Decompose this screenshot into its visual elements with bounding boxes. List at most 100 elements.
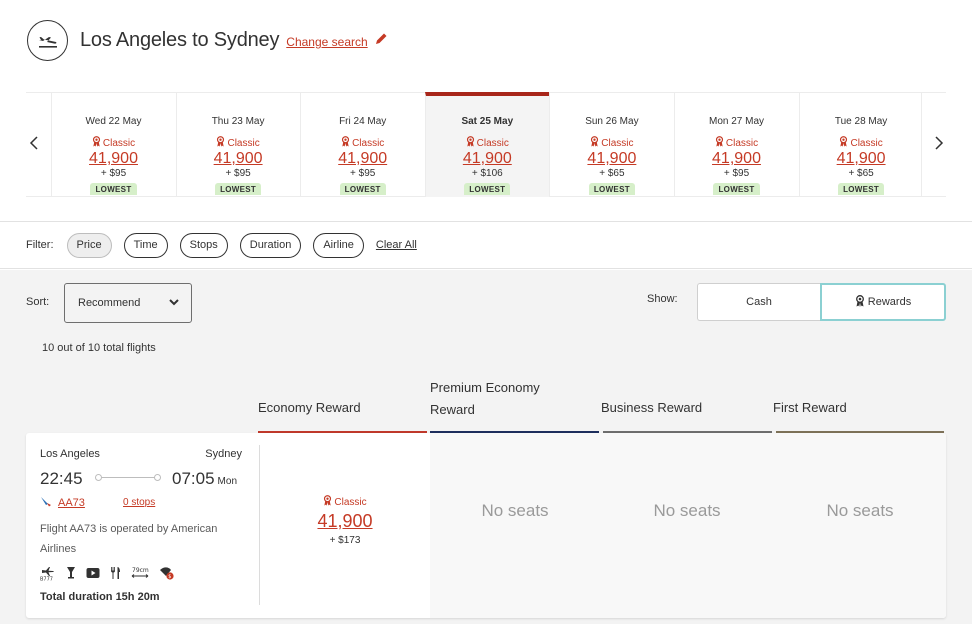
chevron-left-icon[interactable] <box>24 131 44 155</box>
fare-type-label: Classic <box>601 137 634 149</box>
results-area: Sort: Recommend 10 out of 10 total fligh… <box>0 270 972 624</box>
points-price: 41,900 <box>213 150 263 167</box>
flight-card: Los Angeles Sydney 22:45 07:05 Mon AA73 0… <box>26 433 946 618</box>
premium-economy-no-seats: No seats <box>481 501 549 520</box>
date-option[interactable]: Thu 23 May Classic 41,900 + $95 LOWEST <box>175 93 300 197</box>
points-price: 41,900 <box>89 150 138 167</box>
fare-type-label: Classic <box>352 137 385 149</box>
award-ribbon-icon <box>216 136 225 150</box>
points-price: 41,900 <box>587 150 637 167</box>
entertainment-icon[interactable] <box>86 567 100 579</box>
svg-text:$: $ <box>168 574 171 580</box>
filter-chip-time[interactable]: Time <box>123 232 168 258</box>
fare-type-label: Classic <box>725 137 759 149</box>
sort-selected-value: Recommend <box>78 297 141 309</box>
fare-type: Classic <box>426 136 549 150</box>
cabin-header-economy: Economy Reward <box>258 400 361 415</box>
total-duration: Total duration 15h 20m <box>40 591 160 603</box>
economy-fare-cell[interactable]: Classic 41,900 + $173 <box>260 433 430 618</box>
fare-type-label: Classic <box>334 496 367 508</box>
lowest-badge: LOWEST <box>339 183 386 195</box>
fare-type: Classic <box>675 136 798 150</box>
date-label: Wed 22 May <box>85 116 142 127</box>
award-ribbon-icon <box>855 294 865 310</box>
rewards-label: Rewards <box>867 296 912 308</box>
american-airlines-logo-icon <box>40 495 52 510</box>
filter-chip-price[interactable]: Price <box>66 232 112 258</box>
stops-link[interactable]: 0 stops <box>123 497 155 508</box>
award-ribbon-icon <box>590 136 599 150</box>
filter-chip-airline[interactable]: Airline <box>313 232 364 258</box>
pencil-icon[interactable] <box>375 32 388 50</box>
paid-wifi-icon[interactable]: $ <box>159 566 175 580</box>
arrive-day: Mon <box>217 476 237 487</box>
filter-chip-duration[interactable]: Duration <box>239 232 302 258</box>
arrive-time-group: 07:05 Mon <box>172 469 237 489</box>
tax-amount: + $106 <box>471 168 503 179</box>
show-label: Show: <box>647 293 678 305</box>
svg-text:79cm: 79cm <box>132 567 149 574</box>
clear-all-link[interactable]: Clear All <box>376 239 417 251</box>
tax-amount: + $95 <box>723 168 750 179</box>
points-price: 41,900 <box>462 150 512 167</box>
fare-type: Classic <box>550 136 673 150</box>
aircraft-b777-icon[interactable]: B777 <box>40 565 56 581</box>
economy-points-link[interactable]: 41,900 <box>260 511 430 532</box>
first-no-seats: No seats <box>826 501 894 520</box>
date-label: Fri 24 May <box>339 116 387 127</box>
lowest-badge: LOWEST <box>215 183 262 195</box>
destination-city: Sydney <box>205 448 242 460</box>
page-title: Los Angeles to Sydney <box>80 28 280 51</box>
flight-details: Los Angeles Sydney 22:45 07:05 Mon AA73 0… <box>26 433 259 618</box>
fare-type: Classic <box>52 136 175 150</box>
route-line <box>95 474 161 481</box>
origin-city: Los Angeles <box>40 448 100 460</box>
date-option[interactable]: Sun 26 May Classic 41,900 + $65 LOWEST <box>549 93 673 197</box>
date-option[interactable]: Tue 28 May Classic 41,900 + $65 LOWEST <box>798 93 923 197</box>
meal-icon[interactable] <box>110 566 121 580</box>
cash-option[interactable]: Cash <box>697 283 820 321</box>
date-option[interactable]: Mon 27 May Classic 41,900 + $95 LOWEST <box>674 93 798 197</box>
award-ribbon-icon <box>715 136 724 150</box>
sort-label: Sort: <box>26 296 50 308</box>
plane-departure-icon <box>27 19 68 61</box>
date-option[interactable]: Sat 25 May Classic 41,900 + $106 LOWEST <box>424 92 549 197</box>
flight-number-link[interactable]: AA73 <box>58 497 85 509</box>
arrive-time: 07:05 <box>172 469 215 488</box>
seat-pitch-icon[interactable]: 79cm <box>131 566 149 580</box>
points-price: 41,900 <box>836 150 886 167</box>
fare-type-label: Classic <box>227 137 260 149</box>
award-ribbon-icon <box>466 136 475 150</box>
fare-type-label: Classic <box>102 137 136 149</box>
date-option[interactable]: Fri 24 May Classic 41,900 + $95 LOWEST <box>300 93 424 197</box>
date-option[interactable]: Wed 22 May Classic 41,900 + $95 LOWEST <box>51 93 175 197</box>
award-ribbon-icon <box>323 495 332 509</box>
award-ribbon-icon <box>839 136 848 150</box>
date-label: Mon 27 May <box>708 116 765 127</box>
divider <box>921 93 922 197</box>
date-label: Tue 28 May <box>834 116 888 127</box>
fare-type: Classic <box>177 136 300 150</box>
lowest-badge: LOWEST <box>838 183 885 195</box>
tax-amount: + $95 <box>350 168 376 179</box>
svg-text:B777: B777 <box>40 577 53 582</box>
sort-dropdown[interactable]: Recommend <box>64 283 192 323</box>
tax-amount: + $65 <box>599 168 625 179</box>
fare-type: Classic <box>260 495 430 509</box>
chevron-right-icon[interactable] <box>929 131 949 155</box>
date-carousel: Wed 22 May Classic 41,900 + $95 LOWEST Thu 23… <box>26 92 946 197</box>
route-header: Los Angeles to Sydney Change search <box>27 19 388 61</box>
cabin-header-first: First Reward <box>773 400 847 415</box>
cabin-header-business: Business Reward <box>601 400 703 415</box>
search-summary-panel: Los Angeles to Sydney Change search Wed … <box>0 0 972 222</box>
rewards-option[interactable]: Rewards <box>820 283 946 321</box>
filter-chip-stops[interactable]: Stops <box>179 232 228 258</box>
lowest-badge: LOWEST <box>464 183 511 195</box>
date-label: Thu 23 May <box>211 116 265 127</box>
filter-bar: Filter: Price Time Stops Duration Airlin… <box>0 222 972 269</box>
change-search-link[interactable]: Change search <box>286 35 367 49</box>
operated-by: Flight AA73 is operated by American Airl… <box>40 523 218 555</box>
chevron-down-icon <box>168 296 180 311</box>
cabin-header-premium-economy: Premium Economy Reward <box>430 380 540 417</box>
bar-icon[interactable] <box>66 566 76 580</box>
